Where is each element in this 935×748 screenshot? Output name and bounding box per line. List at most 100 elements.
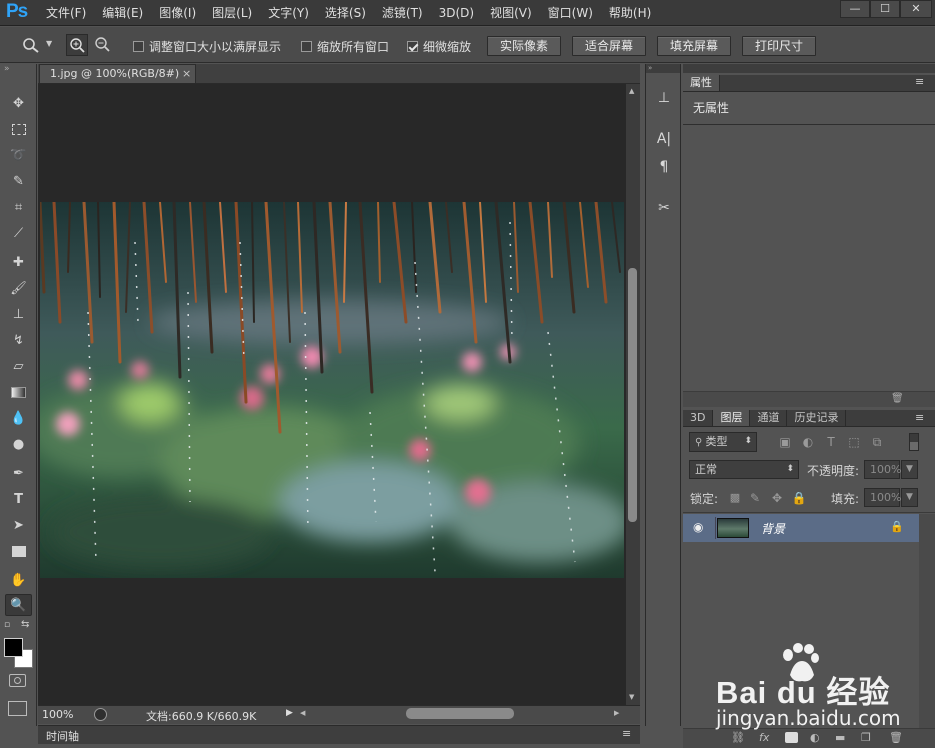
dock-collapse-icon[interactable]: » bbox=[646, 64, 680, 73]
resize-windows-checkbox[interactable] bbox=[133, 41, 144, 52]
dodge-tool-icon[interactable]: ● bbox=[5, 433, 32, 455]
lock-transparent-icon[interactable]: ▩ bbox=[727, 490, 743, 506]
zoom-all-windows-option[interactable]: 缩放所有窗口 bbox=[301, 38, 389, 55]
brush-tool-icon[interactable]: 🖌 bbox=[5, 277, 32, 299]
actual-pixels-button[interactable]: 实际像素 bbox=[487, 36, 561, 56]
layer-filter-kind-select[interactable]: ⚲ 类型 ⬍ bbox=[689, 432, 757, 452]
crop-tool-icon[interactable]: ⌗ bbox=[5, 196, 32, 218]
timeline-panel-tab[interactable]: 时间轴 ≡ bbox=[38, 725, 640, 744]
gradient-tool-icon[interactable] bbox=[5, 381, 32, 403]
panel-collapse-strip[interactable] bbox=[683, 64, 935, 73]
paragraph-panel-icon[interactable]: ¶ bbox=[654, 157, 674, 177]
add-mask-icon[interactable] bbox=[785, 732, 798, 743]
menu-layer[interactable]: 图层(L) bbox=[204, 0, 260, 26]
filter-smart-object-icon[interactable]: ⧉ bbox=[869, 434, 885, 450]
fit-screen-button[interactable]: 适合屏幕 bbox=[572, 36, 646, 56]
menu-filter[interactable]: 滤镜(T) bbox=[374, 0, 431, 26]
zoom-out-button[interactable] bbox=[92, 34, 114, 56]
clone-stamp-tool-icon[interactable]: ⊥ bbox=[5, 303, 32, 325]
filter-pixel-icon[interactable]: ▣ bbox=[777, 434, 793, 450]
opacity-dropdown-icon[interactable]: ▼ bbox=[901, 460, 918, 479]
tab-channels[interactable]: 通道 bbox=[750, 410, 788, 426]
hand-tool-icon[interactable]: ✋ bbox=[5, 569, 32, 591]
zoom-tool-icon[interactable]: 🔍 bbox=[5, 594, 32, 616]
zoom-in-button[interactable] bbox=[66, 34, 88, 56]
eraser-tool-icon[interactable]: ▱ bbox=[5, 355, 32, 377]
scroll-up-icon[interactable]: ▲ bbox=[629, 87, 634, 95]
layer-row[interactable]: ◉ 背景 🔒 bbox=[683, 514, 919, 542]
menu-image[interactable]: 图像(I) bbox=[151, 0, 204, 26]
filter-shape-icon[interactable]: ⬚ bbox=[846, 434, 862, 450]
default-colors-icon[interactable]: ▫ bbox=[4, 620, 10, 630]
marquee-tool-icon[interactable] bbox=[5, 118, 32, 140]
tool-preset-chevron-icon[interactable]: ▼ bbox=[46, 39, 52, 48]
menu-window[interactable]: 窗口(W) bbox=[540, 0, 601, 26]
character-panel-icon[interactable]: A| bbox=[654, 129, 674, 149]
zoom-tool-icon[interactable] bbox=[22, 37, 40, 53]
lock-image-icon[interactable]: ✎ bbox=[747, 490, 763, 506]
lock-all-icon[interactable]: 🔒 bbox=[791, 490, 807, 506]
zoom-all-checkbox[interactable] bbox=[301, 41, 312, 52]
filter-adjustment-icon[interactable]: ◐ bbox=[800, 434, 816, 450]
tool-presets-panel-icon[interactable]: ✂ bbox=[654, 198, 674, 218]
layer-visibility-eye-icon[interactable]: ◉ bbox=[693, 520, 703, 534]
timeline-menu-icon[interactable]: ≡ bbox=[622, 727, 631, 740]
scrubby-zoom-checkbox[interactable] bbox=[407, 41, 418, 52]
foreground-color-swatch[interactable] bbox=[4, 638, 23, 657]
scroll-down-icon[interactable]: ▼ bbox=[629, 693, 634, 701]
print-size-button[interactable]: 打印尺寸 bbox=[742, 36, 816, 56]
status-info-icon[interactable] bbox=[94, 708, 107, 721]
swap-colors-icon[interactable]: ⇆ bbox=[21, 619, 29, 630]
fill-input[interactable]: 100% bbox=[864, 488, 901, 507]
layer-thumbnail[interactable] bbox=[717, 518, 749, 538]
maximize-button[interactable]: ☐ bbox=[870, 0, 900, 18]
menu-select[interactable]: 选择(S) bbox=[317, 0, 374, 26]
properties-trash-icon[interactable]: 🗑 bbox=[891, 393, 904, 404]
properties-menu-icon[interactable]: ≡ bbox=[915, 75, 924, 88]
menu-view[interactable]: 视图(V) bbox=[482, 0, 540, 26]
zoom-level-readout[interactable]: 100% bbox=[42, 708, 73, 721]
tab-3d[interactable]: 3D bbox=[683, 410, 714, 426]
clone-source-panel-icon[interactable]: ⊥ bbox=[654, 88, 674, 108]
screen-mode-icon[interactable] bbox=[8, 701, 27, 716]
resize-windows-option[interactable]: 调整窗口大小以满屏显示 bbox=[133, 38, 281, 55]
status-menu-arrow-icon[interactable]: ▶ bbox=[286, 708, 293, 718]
vertical-scroll-thumb[interactable] bbox=[628, 268, 637, 522]
pen-tool-icon[interactable]: ✒ bbox=[5, 462, 32, 484]
healing-brush-tool-icon[interactable]: ✚ bbox=[5, 251, 32, 273]
horizontal-scroll-thumb[interactable] bbox=[406, 708, 514, 719]
quick-mask-icon[interactable] bbox=[9, 674, 26, 687]
layers-menu-icon[interactable]: ≡ bbox=[915, 411, 924, 424]
path-selection-tool-icon[interactable]: ➤ bbox=[5, 514, 32, 536]
eyedropper-tool-icon[interactable]: ⟋ bbox=[5, 222, 32, 244]
history-brush-tool-icon[interactable]: ↯ bbox=[5, 329, 32, 351]
rectangle-tool-icon[interactable] bbox=[5, 540, 32, 562]
document-tab[interactable]: 1.jpg @ 100%(RGB/8#) × bbox=[39, 64, 196, 83]
fill-dropdown-icon[interactable]: ▼ bbox=[901, 488, 918, 507]
document-close-icon[interactable]: × bbox=[182, 65, 191, 83]
menu-edit[interactable]: 编辑(E) bbox=[94, 0, 151, 26]
toolbox-collapse-icon[interactable]: » bbox=[4, 64, 10, 74]
fill-screen-button[interactable]: 填充屏幕 bbox=[657, 36, 731, 56]
lock-position-icon[interactable]: ✥ bbox=[769, 490, 785, 506]
tab-history[interactable]: 历史记录 bbox=[787, 410, 847, 426]
menu-3d[interactable]: 3D(D) bbox=[431, 0, 482, 26]
layer-name[interactable]: 背景 bbox=[761, 520, 785, 537]
scrubby-zoom-option[interactable]: 细微缩放 bbox=[407, 38, 471, 55]
close-button[interactable]: ✕ bbox=[900, 0, 932, 18]
blend-mode-select[interactable]: 正常 ⬍ bbox=[689, 460, 799, 479]
menu-type[interactable]: 文字(Y) bbox=[260, 0, 317, 26]
scroll-right-icon[interactable]: ▶ bbox=[614, 709, 619, 717]
filter-toggle-switch[interactable] bbox=[909, 433, 919, 451]
filter-type-icon[interactable]: T bbox=[823, 434, 839, 450]
move-tool-icon[interactable]: ✥ bbox=[5, 92, 32, 114]
menu-file[interactable]: 文件(F) bbox=[38, 0, 94, 26]
tab-properties[interactable]: 属性 bbox=[683, 75, 720, 91]
quick-selection-tool-icon[interactable]: ✎ bbox=[5, 170, 32, 192]
lasso-tool-icon[interactable]: ➰ bbox=[5, 144, 32, 166]
minimize-button[interactable]: — bbox=[840, 0, 870, 18]
menu-help[interactable]: 帮助(H) bbox=[601, 0, 659, 26]
type-tool-icon[interactable]: T bbox=[5, 488, 32, 510]
tab-layers[interactable]: 图层 bbox=[713, 410, 751, 426]
blur-tool-icon[interactable]: 💧 bbox=[5, 407, 32, 429]
